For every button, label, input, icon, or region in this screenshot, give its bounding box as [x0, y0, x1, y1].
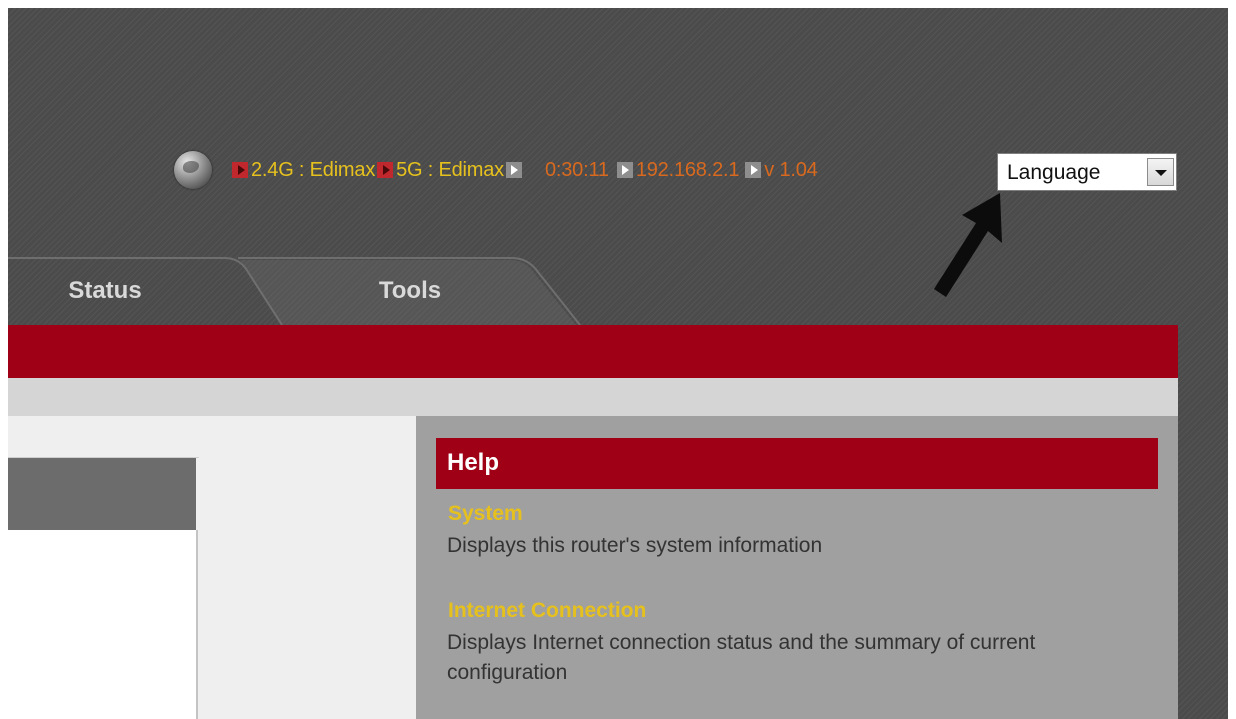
uptime-text: 0:30:11	[544, 158, 609, 181]
info-panel-body	[8, 530, 198, 719]
bullet-arrow-icon	[232, 162, 248, 178]
info-panel-header	[8, 458, 196, 530]
ssid-5g: 5G : Edimax	[396, 158, 504, 181]
frame-border-left	[0, 0, 8, 719]
sub-menu-bar	[8, 378, 1178, 416]
tab-status[interactable]: Status	[60, 277, 150, 305]
frame-border-right	[1228, 0, 1236, 719]
help-description-system: Displays this router's system informatio…	[447, 534, 823, 557]
help-description-internet-connection: Displays Internet connection status and …	[447, 631, 1036, 684]
globe-icon	[174, 151, 212, 189]
page-background: 2.4G : Edimax 5G : Edimax 0:30:11 192.16…	[0, 0, 1236, 719]
help-topic-system: System	[448, 502, 523, 525]
help-topic-internet-connection: Internet Connection	[448, 599, 647, 622]
router-status-bar: 2.4G : Edimax 5G : Edimax 0:30:11 192.16…	[174, 150, 818, 190]
bullet-arrow-icon	[505, 162, 522, 178]
frame-border-top	[0, 0, 1236, 8]
main-menu-bar	[8, 325, 1178, 378]
bullet-arrow-icon	[616, 162, 633, 178]
help-title: Help	[447, 449, 500, 476]
bullet-arrow-icon	[377, 162, 394, 178]
language-select-value: Language	[1007, 161, 1101, 184]
pointer-arrow-icon	[934, 193, 1002, 297]
ssid-2-4g: 2.4G : Edimax	[251, 158, 376, 181]
firmware-version-text: v 1.04	[764, 158, 818, 181]
language-dropdown-button[interactable]	[1147, 158, 1174, 186]
chevron-down-icon	[1155, 170, 1167, 176]
language-select[interactable]: Language	[997, 153, 1177, 191]
bullet-arrow-icon	[745, 162, 762, 178]
help-header	[436, 438, 1158, 489]
tab-tools[interactable]: Tools	[360, 277, 460, 305]
ip-address-text: 192.168.2.1	[635, 158, 740, 181]
